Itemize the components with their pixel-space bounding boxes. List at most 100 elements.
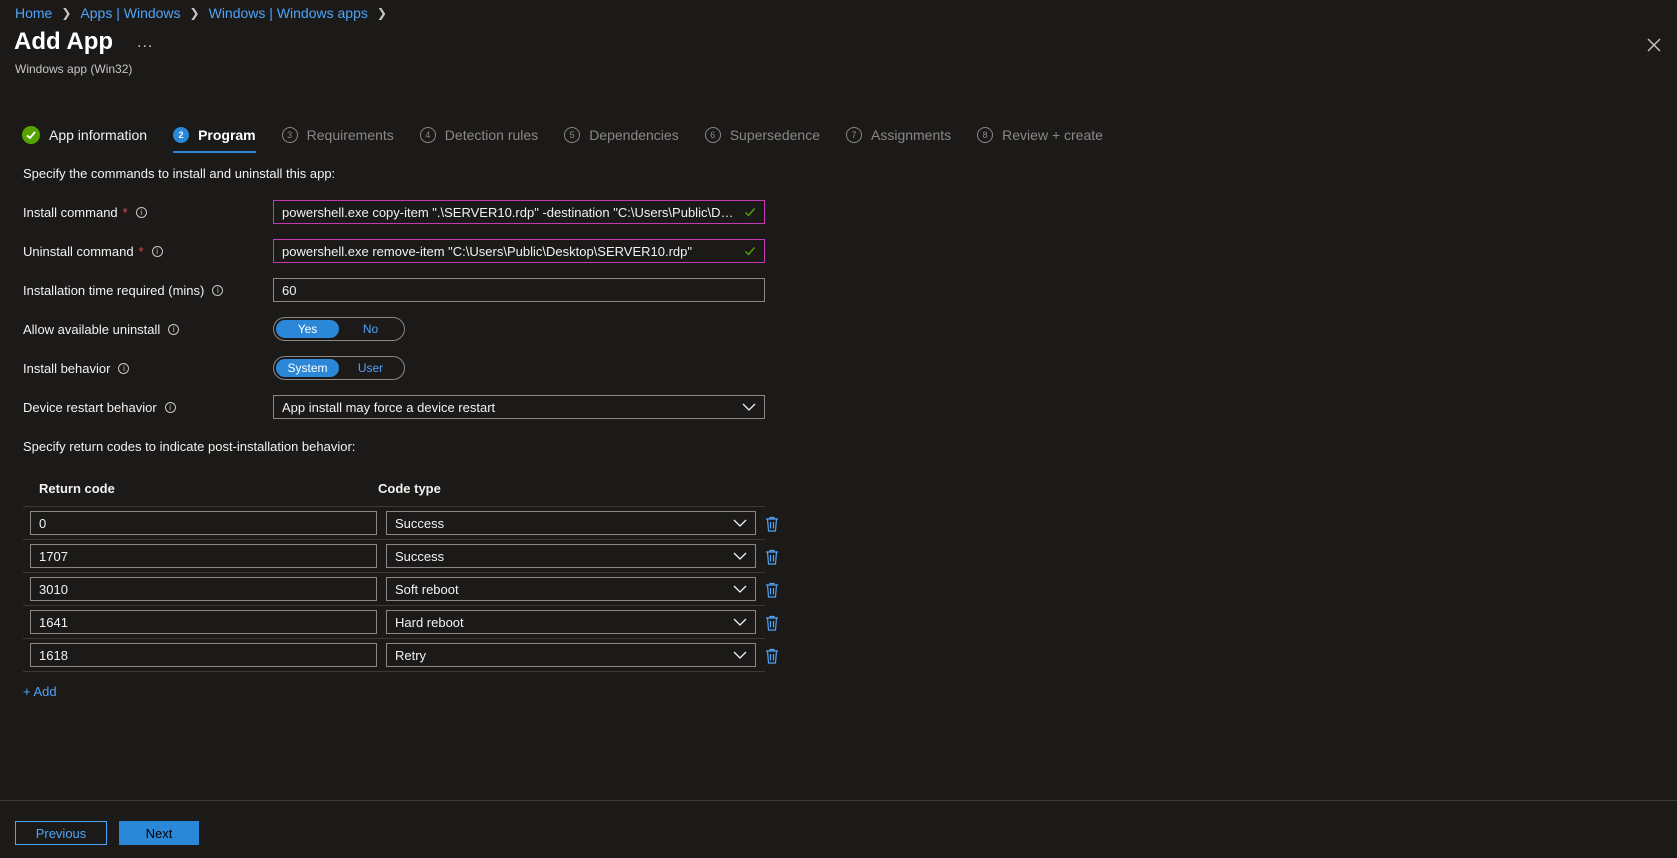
step-label: Program (198, 127, 256, 143)
allow-uninstall-label: Allow available uninstall (23, 321, 161, 337)
add-return-code-link[interactable]: + Add (23, 684, 57, 699)
chevron-down-icon (733, 651, 747, 659)
info-icon[interactable]: i (151, 245, 163, 257)
uninstall-command-input[interactable]: powershell.exe remove-item "C:\Users\Pub… (273, 239, 765, 263)
trash-icon[interactable] (765, 549, 779, 565)
code-type-dropdown[interactable]: Retry (386, 643, 756, 667)
step-review-create[interactable]: 8 Review + create (977, 125, 1103, 145)
next-button[interactable]: Next (119, 821, 199, 845)
restart-behavior-label: Device restart behavior (23, 399, 157, 415)
trash-icon[interactable] (765, 615, 779, 631)
info-icon[interactable]: i (212, 284, 224, 296)
trash-icon[interactable] (765, 582, 779, 598)
step-label: Dependencies (589, 127, 679, 143)
allow-uninstall-yes[interactable]: Yes (276, 320, 339, 338)
install-command-label: Install command (23, 204, 118, 220)
chevron-right-icon: ❯ (61, 6, 72, 20)
step-assignments[interactable]: 7 Assignments (846, 125, 951, 145)
code-type-value: Success (395, 515, 445, 531)
step-supersedence[interactable]: 6 Supersedence (704, 125, 820, 145)
chevron-down-icon (742, 403, 756, 411)
install-behavior-toggle: System User (273, 356, 405, 380)
code-type-value: Hard reboot (395, 614, 464, 630)
installation-time-value: 60 (282, 282, 297, 298)
install-command-input[interactable]: powershell.exe copy-item ".\SERVER10.rdp… (273, 200, 765, 224)
wizard-steps: App information 2 Program 3 Requirements… (22, 125, 1129, 153)
step-label: Supersedence (729, 127, 820, 143)
footer-divider (0, 800, 1677, 801)
code-type-dropdown[interactable]: Soft reboot (386, 577, 756, 601)
return-code-input[interactable]: 0 (30, 511, 377, 535)
return-code-input[interactable]: 1618 (30, 643, 377, 667)
trash-icon[interactable] (765, 516, 779, 532)
uninstall-command-label: Uninstall command (23, 243, 134, 259)
step-label: Requirements (306, 127, 394, 143)
step-label: Review + create (1002, 127, 1103, 143)
installation-time-input[interactable]: 60 (273, 278, 765, 302)
checkmark-icon (745, 247, 756, 256)
code-type-dropdown[interactable]: Hard reboot (386, 610, 756, 634)
commands-intro: Specify the commands to install and unin… (23, 166, 336, 181)
table-row: 1707 Success (23, 540, 778, 573)
checkmark-icon (22, 126, 40, 144)
install-behavior-label: Install behavior (23, 360, 111, 376)
return-code-input[interactable]: 1707 (30, 544, 377, 568)
step-label: Assignments (871, 127, 952, 143)
code-type-value: Success (395, 548, 445, 564)
table-header: Return code Code type (23, 470, 765, 507)
required-marker: * (122, 204, 128, 220)
install-behavior-user[interactable]: User (339, 359, 402, 377)
step-number: 3 (281, 127, 298, 143)
allow-uninstall-toggle: Yes No (273, 317, 405, 341)
checkmark-icon (745, 208, 756, 217)
required-marker: * (138, 243, 144, 259)
chevron-down-icon (733, 618, 747, 626)
info-icon[interactable]: i (164, 401, 176, 413)
step-label: Detection rules (444, 127, 539, 143)
return-codes-intro: Specify return codes to indicate post-in… (23, 439, 356, 454)
restart-behavior-dropdown[interactable]: App install may force a device restart (273, 395, 765, 419)
install-behavior-system[interactable]: System (276, 359, 339, 377)
allow-uninstall-no[interactable]: No (339, 320, 402, 338)
breadcrumb-home[interactable]: Home (15, 5, 52, 21)
step-dependencies[interactable]: 5 Dependencies (564, 125, 679, 145)
uninstall-command-value: powershell.exe remove-item "C:\Users\Pub… (282, 243, 692, 259)
step-requirements[interactable]: 3 Requirements (281, 125, 394, 145)
return-code-input[interactable]: 1641 (30, 610, 377, 634)
step-number: 5 (564, 127, 581, 143)
page-title: Add App (14, 28, 114, 55)
step-program[interactable]: 2 Program (173, 125, 256, 153)
chevron-right-icon: ❯ (189, 6, 200, 20)
chevron-down-icon (733, 519, 747, 527)
step-number: 4 (419, 127, 436, 143)
info-icon[interactable]: i (118, 362, 130, 374)
install-command-value: powershell.exe copy-item ".\SERVER10.rdp… (282, 204, 738, 220)
previous-button[interactable]: Previous (15, 821, 107, 845)
code-type-dropdown[interactable]: Success (386, 544, 756, 568)
close-icon[interactable] (1645, 36, 1663, 54)
code-type-value: Soft reboot (395, 581, 459, 597)
step-detection-rules[interactable]: 4 Detection rules (419, 125, 539, 145)
step-app-information[interactable]: App information (22, 125, 147, 145)
step-number: 6 (704, 127, 721, 143)
return-code-input[interactable]: 3010 (30, 577, 377, 601)
return-codes-table: Return code Code type 0 Success 1707 Suc… (23, 470, 778, 672)
info-icon[interactable]: i (168, 323, 180, 335)
page-subtitle: Windows app (Win32) (15, 62, 133, 76)
column-header-code-type: Code type (378, 480, 441, 496)
code-type-value: Retry (395, 647, 427, 663)
breadcrumb-apps-windows[interactable]: Apps | Windows (80, 5, 180, 21)
installation-time-label: Installation time required (mins) (23, 282, 205, 298)
trash-icon[interactable] (765, 648, 779, 664)
code-type-dropdown[interactable]: Success (386, 511, 756, 535)
more-options-button[interactable]: ... (137, 34, 153, 52)
info-icon[interactable]: i (135, 206, 147, 218)
column-header-return-code: Return code (39, 480, 115, 496)
breadcrumb: Home ❯ Apps | Windows ❯ Windows | Window… (15, 5, 396, 21)
table-row: 1641 Hard reboot (23, 606, 778, 639)
breadcrumb-windows-apps[interactable]: Windows | Windows apps (209, 5, 368, 21)
step-number: 2 (173, 127, 190, 143)
table-row: 3010 Soft reboot (23, 573, 778, 606)
step-label: App information (49, 127, 148, 143)
table-row: 0 Success (23, 507, 778, 540)
